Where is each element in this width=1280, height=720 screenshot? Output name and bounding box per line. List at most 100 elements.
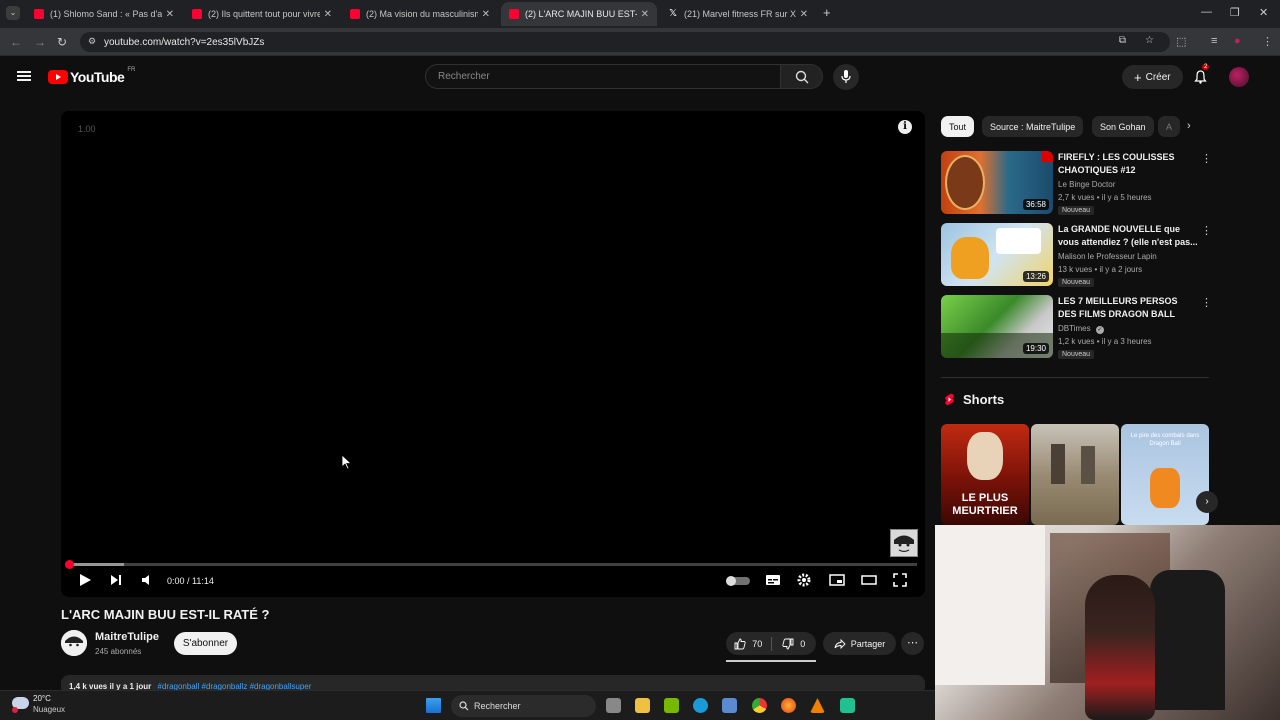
subscribe-button[interactable]: S'abonner [174,632,237,655]
video-player[interactable]: 1.00 i 0:00 / 11:14 [61,111,925,597]
maximize-icon[interactable]: ❐ [1230,6,1240,19]
recommendation-channel[interactable]: DBTimes ✓ [1058,324,1104,334]
reload-icon[interactable]: ↻ [57,35,67,49]
recommendation-item[interactable]: 19:30 LES 7 MEILLEURS PERSOS DES FILMS D… [941,295,1212,359]
close-icon[interactable]: ✕ [800,9,808,20]
taskbar-search[interactable]: Rechercher [451,695,596,717]
nvidia-icon[interactable] [664,698,679,713]
close-icon[interactable]: ✕ [166,9,174,20]
chip-son-gohan[interactable]: Son Gohan [1092,116,1154,137]
video-thumbnail[interactable]: 19:30 [941,295,1053,358]
kebab-menu-icon[interactable]: ⋮ [1201,224,1212,237]
autoplay-toggle-icon[interactable] [726,576,750,586]
account-avatar[interactable] [1229,67,1249,87]
window-close-icon[interactable]: ✕ [1259,6,1268,19]
minimize-icon[interactable]: — [1201,6,1212,18]
close-icon[interactable]: ✕ [641,9,649,20]
store-icon[interactable] [722,698,737,713]
speed-overlay: 1.00 [78,124,96,134]
recommendation-item[interactable]: 13:26 La GRANDE NOUVELLE que vous attend… [941,223,1212,287]
progress-bar[interactable] [65,560,917,569]
close-icon[interactable]: ✕ [482,9,490,20]
windows-start-icon[interactable] [426,698,441,713]
create-button[interactable]: + Créer [1122,65,1183,89]
weather-description[interactable]: Nuageux [33,705,65,714]
cast-icon[interactable]: ⧉ [1119,35,1126,46]
video-thumbnail[interactable]: 36:58 [941,151,1053,214]
channel-watermark[interactable] [890,529,918,557]
recommendation-title[interactable]: La GRANDE NOUVELLE que vous attendiez ? … [1058,223,1198,249]
settings-gear-icon[interactable] [797,573,811,587]
chrome-icon[interactable] [752,698,767,713]
recommendation-meta: 13 k vues • il y a 2 jours [1058,265,1143,274]
forward-icon[interactable]: → [34,35,46,49]
browser-menu-icon[interactable]: ⋮ [1262,35,1273,48]
browser-tab-3[interactable]: (2) Ma vision du masculinisme ✕ [342,2,498,26]
play-icon[interactable] [78,573,92,587]
miniplayer-icon[interactable] [829,573,845,587]
time-display: 0:00 / 11:14 [167,576,214,586]
like-button[interactable]: 70 [726,638,771,650]
search-button[interactable] [781,64,823,89]
taskbar-search-label: Rechercher [474,701,521,711]
recommendation-channel[interactable]: Malison le Professeur Lapin [1058,252,1157,261]
subtitles-icon[interactable] [765,573,781,587]
recommendation-item[interactable]: 36:58 FIREFLY : LES COULISSES CHAOTIQUES… [941,151,1212,215]
new-badge: Nouveau [1058,350,1095,359]
new-tab-icon[interactable]: + [823,5,831,20]
recommendation-channel[interactable]: Le Binge Doctor [1058,180,1115,189]
profile-icon[interactable]: ● [1234,35,1241,47]
site-info-icon[interactable]: ⚙ [88,36,96,47]
file-explorer-icon[interactable] [635,698,650,713]
recommendation-title[interactable]: FIREFLY : LES COULISSES CHAOTIQUES #12 [1058,151,1198,177]
task-view-icon[interactable] [606,698,621,713]
share-button[interactable]: Partager [823,632,896,655]
dislike-button[interactable]: 0 [772,638,817,650]
vlc-icon[interactable] [810,698,825,713]
progress-scrubber[interactable] [65,560,74,569]
volume-icon[interactable] [140,573,154,587]
chevron-right-icon[interactable]: › [1187,120,1191,132]
short-item[interactable]: LE PLUS MEURTRIER [941,424,1029,525]
reading-list-icon[interactable]: ≡ [1211,35,1217,47]
youtube-logo[interactable]: YouTube FR [48,67,135,85]
theater-mode-icon[interactable] [861,573,877,587]
shorts-header: Shorts [944,392,1004,407]
chip-all[interactable]: Tout [941,116,975,137]
shorts-next-icon[interactable]: › [1196,491,1218,513]
notifications-button[interactable]: 2 [1194,64,1210,89]
search-input[interactable]: Rechercher [425,64,781,89]
hamburger-menu-icon[interactable] [17,71,31,81]
channel-avatar[interactable] [61,630,87,656]
tab-search-icon[interactable]: ⌄ [6,6,20,20]
back-icon[interactable]: ← [10,35,22,49]
extensions-icon[interactable]: ⬚ [1176,35,1186,48]
watermark-face-icon [891,530,917,556]
video-thumbnail[interactable]: 13:26 [941,223,1053,286]
short-figure [1051,444,1065,484]
voice-search-button[interactable] [833,64,859,90]
app-icon[interactable] [840,698,855,713]
weather-temperature[interactable]: 20°C [33,694,51,703]
edge-icon[interactable] [693,698,708,713]
browser-tab-1[interactable]: (1) Shlomo Sand : « Pas d'aven ✕ [26,2,182,26]
short-item[interactable] [1031,424,1119,525]
browser-tab-5[interactable]: 𝕏 (21) Marvel fitness FR sur X : "R ✕ [660,2,816,26]
browser-tab-4-active[interactable]: (2) L'ARC MAJIN BUU EST-IL RA ✕ [501,2,657,26]
address-bar[interactable]: ⚙ youtube.com/watch?v=2es35lVbJZs ⧉ ☆ [80,32,1170,52]
short-item[interactable]: Le pire des combats dans Dragon Ball [1121,424,1209,525]
more-actions-icon[interactable]: ⋯ [901,632,924,655]
browser-tab-2[interactable]: (2) Ils quittent tout pour vivre à ✕ [184,2,340,26]
next-icon[interactable] [109,573,123,587]
fullscreen-icon[interactable] [893,573,907,587]
channel-name[interactable]: MaitreTulipe [95,631,159,643]
chip-truncated[interactable]: A [1158,116,1180,137]
bookmark-star-icon[interactable]: ☆ [1145,35,1154,46]
info-icon[interactable]: i [898,120,912,134]
chip-source-channel[interactable]: Source : MaitreTulipe [982,116,1084,137]
firefox-icon[interactable] [781,698,796,713]
recommendation-title[interactable]: LES 7 MEILLEURS PERSOS DES FILMS DRAGON … [1058,295,1198,321]
kebab-menu-icon[interactable]: ⋮ [1201,152,1212,165]
close-icon[interactable]: ✕ [324,9,332,20]
kebab-menu-icon[interactable]: ⋮ [1201,296,1212,309]
